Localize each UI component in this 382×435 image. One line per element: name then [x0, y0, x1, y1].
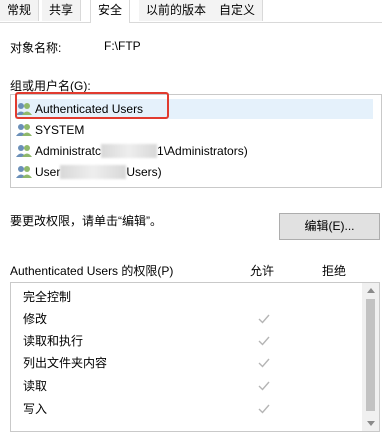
- user-label: SYSTEM: [35, 123, 85, 137]
- change-permissions-hint: 要更改权限，请单击“编辑”。: [10, 214, 162, 228]
- check-icon: [258, 358, 270, 368]
- tab-general[interactable]: 常规: [0, 0, 40, 21]
- users-group-icon: [16, 145, 32, 157]
- user-label-suffix: Users): [126, 165, 162, 179]
- tab-security[interactable]: 安全: [90, 0, 131, 23]
- tab-sharing[interactable]: 共享: [42, 0, 82, 21]
- permission-label: 写入: [23, 402, 48, 416]
- check-icon: [258, 381, 270, 391]
- permission-label: 修改: [23, 312, 48, 326]
- permissions-scrollbar[interactable]: [362, 283, 379, 431]
- user-label-prefix: User: [35, 165, 61, 179]
- user-row-system[interactable]: SYSTEM: [15, 120, 84, 140]
- user-row-users[interactable]: User Users): [15, 162, 162, 182]
- users-group-icon: [16, 124, 32, 136]
- tab-bar: 常规 共享 安全 以前的版本 自定义: [0, 0, 382, 23]
- redacted-text: [101, 144, 158, 158]
- permissions-list: 完全控制 修改 读取和执行 列出文件夹内容 读取 写入: [10, 282, 380, 432]
- permission-label: 读取: [23, 379, 48, 393]
- allow-column-header: 允许: [250, 264, 275, 278]
- object-name-label: 对象名称:: [10, 41, 62, 55]
- check-icon: [258, 404, 270, 414]
- user-row-administrators[interactable]: Administratc 1\Administrators): [15, 141, 248, 161]
- users-group-icon: [16, 166, 32, 178]
- permissions-title: Authenticated Users 的权限(P): [10, 264, 174, 278]
- user-label-suffix: 1\Administrators): [157, 144, 248, 158]
- user-label-prefix: Administratc: [35, 144, 102, 158]
- scroll-down-icon[interactable]: [367, 421, 375, 426]
- check-icon: [258, 314, 270, 324]
- object-name-value: F:\FTP: [104, 39, 141, 53]
- scroll-up-icon[interactable]: [367, 288, 375, 293]
- edit-button[interactable]: 编辑(E)...: [279, 213, 380, 240]
- highlight-box: [15, 92, 169, 119]
- permission-label: 完全控制: [23, 290, 72, 304]
- deny-column-header: 拒绝: [322, 264, 347, 278]
- permission-label: 读取和执行: [23, 334, 84, 348]
- scroll-thumb[interactable]: [366, 299, 375, 411]
- check-icon: [258, 336, 270, 346]
- redacted-text: [60, 165, 127, 179]
- tab-previous-versions[interactable]: 以前的版本: [139, 0, 215, 21]
- permission-label: 列出文件夹内容: [23, 356, 108, 370]
- tab-customize[interactable]: 自定义: [212, 0, 264, 21]
